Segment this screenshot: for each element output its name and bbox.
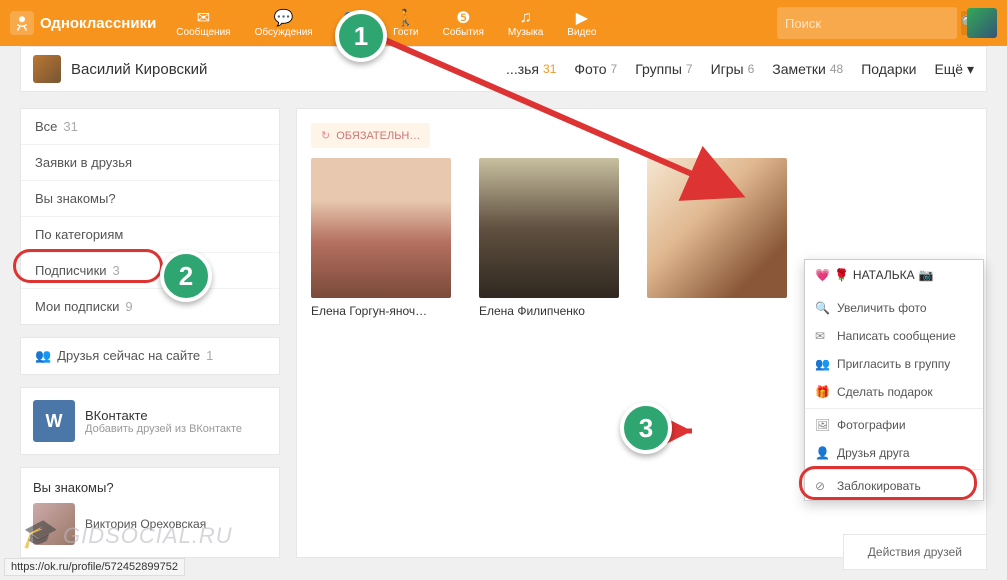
ctx-send-gift[interactable]: 🎁Сделать подарок	[805, 378, 983, 406]
sidebar-item-online[interactable]: 👥Друзья сейчас на сайте1	[21, 338, 279, 374]
friends-actions-panel[interactable]: Действия друзей	[843, 534, 987, 570]
ctx-zoom-photo[interactable]: 🔍Увеличить фото	[805, 294, 983, 322]
graduation-cap-icon: 🎓	[20, 518, 56, 549]
search-input[interactable]	[785, 16, 961, 31]
profile-avatar[interactable]	[33, 55, 61, 83]
gift-icon: 🎁	[815, 385, 829, 399]
ctx-mutual-friends[interactable]: 👤Друзья друга	[805, 439, 983, 467]
ctx-photos[interactable]: 🖼Фотографии	[805, 411, 983, 439]
vk-logo-icon: W	[33, 400, 75, 442]
ctx-send-message[interactable]: ✉Написать сообщение	[805, 322, 983, 350]
sidebar-item-requests[interactable]: Заявки в друзья	[21, 144, 279, 180]
ctx-invite-group[interactable]: 👥Пригласить в группу	[805, 350, 983, 378]
annotation-badge-3: 3	[620, 402, 672, 454]
people-icon: 👥	[35, 348, 51, 364]
sidebar-item-doyouknow[interactable]: Вы знакомы?	[21, 180, 279, 216]
heart-icon: 💗	[815, 268, 830, 282]
tab-gifts[interactable]: Подарки	[861, 61, 916, 78]
envelope-icon: ✉	[192, 9, 214, 27]
ctx-block[interactable]: ⊘Заблокировать	[805, 472, 983, 500]
friend-name: Елена Филипченко	[479, 304, 619, 318]
friend-name: Елена Горгун-яноч…	[311, 304, 451, 318]
nav-music[interactable]: ♫Музыка	[508, 9, 543, 38]
tab-notes[interactable]: Заметки48	[772, 61, 843, 78]
brand-name: Одноклассники	[40, 15, 156, 32]
nav-guests[interactable]: 🚶Гости	[393, 9, 418, 38]
nav-discussions[interactable]: 💬Обсуждения	[255, 9, 313, 38]
annotation-badge-2: 2	[160, 250, 212, 302]
people-icon: 👤	[815, 446, 829, 460]
video-icon: ▶	[571, 9, 593, 27]
zoom-icon: 🔍	[815, 301, 829, 315]
sidebar-item-all[interactable]: Все31	[21, 109, 279, 144]
sidebar-item-subscribers[interactable]: Подписчики3	[21, 252, 279, 288]
sidebar-item-categories[interactable]: По категориям	[21, 216, 279, 252]
rose-icon: 🌹	[834, 268, 849, 282]
ok-logo-icon	[10, 11, 34, 35]
refresh-icon: ↻	[321, 129, 330, 142]
profile-name: Василий Кировский	[71, 61, 207, 78]
sidebar: Все31 Заявки в друзья Вы знакомы? По кат…	[20, 108, 280, 558]
envelope-icon: ✉	[815, 329, 829, 343]
context-menu: 💗🌹 НАТАЛЬКА 📷 🔍Увеличить фото ✉Написать …	[804, 259, 984, 501]
tab-more[interactable]: Ещё ▾	[934, 61, 974, 78]
block-icon: ⊘	[815, 479, 829, 493]
search-box: 🔍	[777, 7, 957, 39]
music-icon: ♫	[515, 9, 537, 27]
suggest-title: Вы знакомы?	[33, 480, 267, 495]
user-avatar[interactable]	[967, 8, 997, 38]
annotation-badge-1: 1	[335, 10, 387, 62]
nav-events[interactable]: ❺События	[443, 9, 484, 38]
photo-icon: 🖼	[815, 418, 829, 432]
nav-video[interactable]: ▶Видео	[567, 9, 596, 38]
watermark: 🎓 GIDSOCIAL.RU	[20, 517, 233, 550]
context-menu-header: 💗🌹 НАТАЛЬКА 📷	[805, 260, 983, 294]
guest-icon: 🚶	[395, 9, 417, 27]
site-logo[interactable]: Одноклассники	[10, 11, 156, 35]
events-icon: ❺	[452, 9, 474, 27]
camera-icon: 📷	[919, 268, 934, 282]
sidebar-item-subscriptions[interactable]: Мои подписки9	[21, 288, 279, 324]
browser-status-url: https://ok.ru/profile/572452899752	[4, 558, 185, 576]
nav-messages[interactable]: ✉Сообщения	[176, 9, 230, 38]
sidebar-vk-block[interactable]: W ВКонтактеДобавить друзей из ВКонтакте	[20, 387, 280, 455]
group-icon: 👥	[815, 357, 829, 371]
annotation-arrow-1	[380, 35, 760, 215]
chat-icon: 💬	[273, 9, 295, 27]
